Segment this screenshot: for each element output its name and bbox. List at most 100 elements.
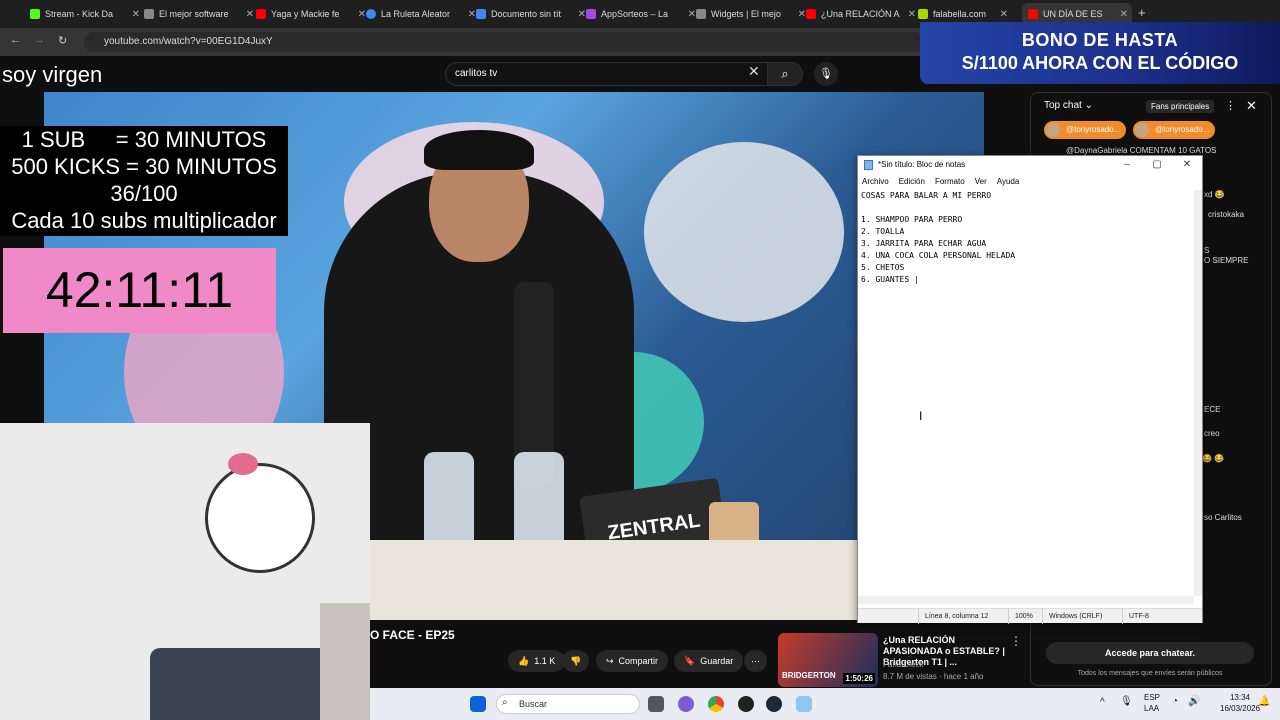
discord-icon[interactable] [678,696,694,712]
share-icon: ↪ [606,655,614,666]
tab-relacion[interactable]: ¿Una RELACIÓN A ✕ [800,3,920,25]
youtube-icon [806,9,816,19]
volume-icon[interactable]: 🔊 [1188,696,1200,707]
forward-icon[interactable]: → [34,34,45,46]
layout-code: LAA [1144,704,1160,713]
avatar [1046,123,1060,137]
menu-formato[interactable]: Formato [935,175,965,189]
menu-archivo[interactable]: Archivo [862,175,889,189]
close-icon[interactable]: ✕ [1246,98,1257,114]
rule-line: Cada 10 subs multiplicador [11,208,277,233]
thumbs-down-icon: 👎 [570,655,582,666]
bow-decal [228,453,258,475]
clear-search-icon[interactable]: ✕ [748,63,760,80]
save-button[interactable]: 🔖 Guardar [674,650,744,672]
tab-label: Yaga y Mackie fe [271,9,340,19]
search-icon: ⌕ [781,66,789,81]
rule-line: 500 KICKS = 30 MINUTOS [11,154,277,179]
close-icon[interactable]: ✕ [1120,9,1128,20]
windows-start-icon[interactable] [470,696,486,712]
donor-chip[interactable]: @tonyrosado... [1133,121,1216,139]
notepad-icon [864,160,873,170]
cursor-position: Línea 8, columna 12 [918,609,988,624]
minimize-icon[interactable]: – [1112,156,1142,174]
notepad-text-area[interactable]: COSAS PARA BALAR A MI PERRO 1. SHAMPOO P… [861,190,1191,590]
steam-icon[interactable] [766,696,782,712]
promo-line-1: BONO DE HASTA [1021,30,1179,50]
fans-principales-button[interactable]: Fans principales [1146,100,1215,113]
more-actions-button[interactable]: ⋯ [744,650,767,672]
notepad-taskbar-icon[interactable] [796,696,812,712]
language-indicator[interactable]: ESP LAA [1144,692,1160,714]
tab-label: Stream - Kick Da [45,9,114,19]
tab-appsorteos[interactable]: AppSorteos – La ✕ [580,3,700,25]
chair [150,648,330,720]
chat-note: Todos los mensajes que envíes serán públ… [1077,670,1223,677]
close-icon[interactable]: ✕ [1000,9,1008,20]
tab-label: falabella.com [933,9,987,19]
tab-label: UN DÍA DE ES [1043,9,1103,19]
suggested-meta: 8.7 M de vistas · hace 1 año [883,672,984,681]
reload-icon[interactable]: ↻ [58,34,67,47]
site-icon [696,9,706,19]
chrome-icon[interactable] [708,696,724,712]
tab-software[interactable]: El mejor software ✕ [138,3,258,25]
chat-message: O SIEMPRE [1204,256,1249,265]
docs-icon [476,9,486,19]
tab-label: Documento sin tít [491,9,562,19]
save-label: Guardar [700,656,734,666]
chat-message: so Carlitos [1204,513,1242,522]
time: 13:34 [1229,693,1250,702]
wifi-icon[interactable]: ◔ [1172,696,1178,707]
donor-chip[interactable]: @tonyrosado... [1044,121,1127,139]
notifications-icon[interactable]: 🔔 [1258,696,1270,707]
subathon-rules: 1 SUB = 30 MINUTOS 500 KICKS = 30 MINUTO… [0,126,288,236]
video-duration: 1:50:26 [843,673,875,684]
back-icon[interactable]: ← [10,34,21,46]
chevron-up-icon[interactable]: ^ [1100,697,1105,708]
suggested-channel[interactable]: Farid Dieck [883,660,923,669]
taskbar-clock[interactable]: 13:34 16/03/2026 [1220,692,1260,714]
like-button[interactable]: 👍 1.1 K [508,650,566,672]
maximize-icon[interactable]: ▢ [1142,156,1172,174]
task-view-icon[interactable] [648,696,664,712]
chat-mode-selector[interactable]: Top chat ⌄ [1044,100,1093,111]
tab-label: La Ruleta Aleator [381,9,451,19]
vertical-scrollbar[interactable] [1194,190,1202,596]
overlay-top-text: soy virgen [2,62,103,87]
more-icon: ⋯ [751,655,760,666]
obs-icon[interactable] [738,696,754,712]
share-button[interactable]: ↪ Compartir [596,650,669,672]
tab-ruleta[interactable]: La Ruleta Aleator ✕ [360,3,480,25]
tab-label: AppSorteos – La [601,9,669,19]
tab-widgets[interactable]: Widgets | El mejo ✕ [690,3,810,25]
close-icon[interactable]: ✕ [1172,156,1202,174]
more-vert-icon[interactable]: ⋮ [1225,99,1236,112]
login-to-chat-button[interactable]: Accede para chatear. [1046,642,1254,664]
more-vert-icon[interactable]: ⋮ [1010,634,1022,648]
promo-banner[interactable]: BONO DE HASTA S/1100 AHORA CON EL CÓDIGO [920,22,1280,84]
promo-line-2: S/1100 AHORA CON EL CÓDIGO [961,53,1239,73]
chat-message: ECE [1204,405,1221,414]
suggested-thumbnail[interactable]: BRIDGERTON 1:50:26 [778,633,878,687]
line-endings: Windows (CRLF) [1042,609,1102,624]
search-input[interactable]: carlitos tv [445,62,777,86]
url-field[interactable]: youtube.com/watch?v=00EG1D4JuxY [84,32,924,52]
menu-ver[interactable]: Ver [975,175,987,189]
tab-docs[interactable]: Documento sin tít ✕ [470,3,590,25]
taskbar-search[interactable]: Buscar [496,694,640,714]
host-hair [424,130,534,170]
tab-kick[interactable]: Stream - Kick Da ✕ [24,3,144,25]
mic-icon[interactable]: 🎙 [1120,696,1133,707]
new-tab-icon[interactable]: + [1138,5,1146,20]
mic-icon[interactable]: 🎙 [814,62,838,86]
chat-message: @DaynaGabriela COMENTAM 10 GATOS [1066,146,1217,155]
youtube-icon [256,9,266,19]
search-button[interactable]: ⌕ [767,62,803,86]
tab-youtube-yaga[interactable]: Yaga y Mackie fe ✕ [250,3,370,25]
menu-ayuda[interactable]: Ayuda [997,175,1020,189]
dislike-button[interactable]: 👎 [562,650,590,672]
video-title: O FACE - EP25 [370,628,455,642]
horizontal-scrollbar[interactable] [858,596,1194,604]
menu-edicion[interactable]: Edición [899,175,925,189]
